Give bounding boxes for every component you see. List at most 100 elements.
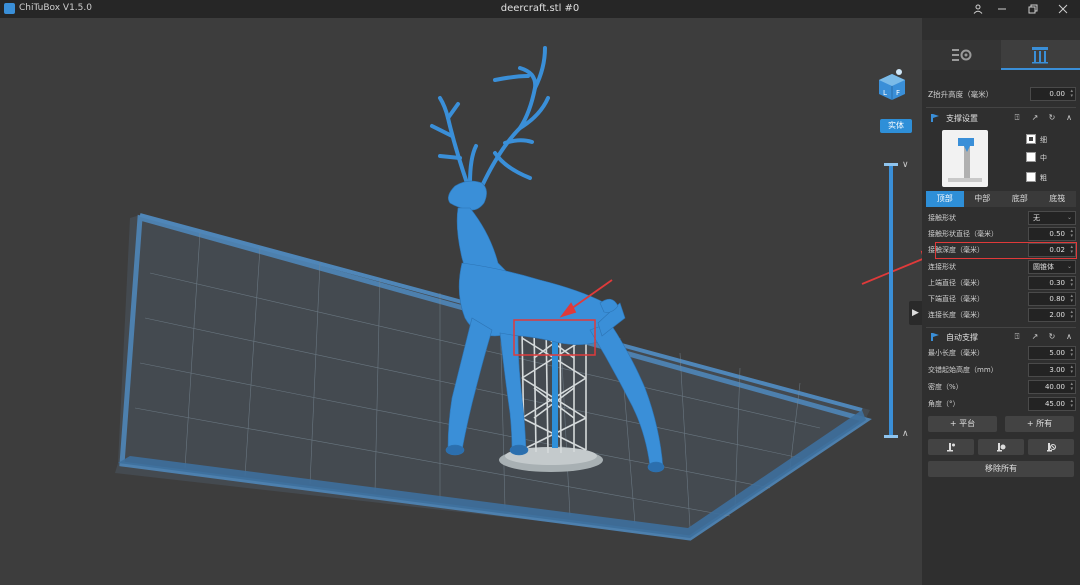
- remove-all-supports-button[interactable]: 移除所有: [928, 461, 1074, 477]
- field-label: 最小长度（毫米）: [928, 349, 984, 357]
- support-tool-button-1[interactable]: [928, 439, 974, 455]
- min-length-input[interactable]: 5.00 ▴ ▾: [1028, 346, 1076, 360]
- close-icon[interactable]: [1050, 0, 1076, 18]
- connection-length-row: 连接长度（毫米） 2.00 ▴ ▾: [926, 308, 1076, 322]
- chevron-down-icon[interactable]: ∨: [902, 160, 909, 170]
- minimize-icon[interactable]: [989, 0, 1015, 18]
- support-settings-title: 支撑设置: [946, 114, 978, 123]
- user-icon[interactable]: [965, 0, 991, 18]
- density-coarse-label: 粗: [1040, 174, 1047, 182]
- angle-row: 角度（°） 45.00 ▴ ▾: [926, 397, 1076, 411]
- 3d-viewport[interactable]: L F 实体 ∨ ∧ ▶: [0, 18, 922, 585]
- support-settings-header: 支撑设置 ⍐ ↗ ↻ ∧: [922, 110, 1080, 126]
- chevron-up-icon[interactable]: ∧: [902, 429, 909, 439]
- support-tool-button-2[interactable]: [978, 439, 1024, 455]
- field-label: 角度（°）: [928, 400, 960, 408]
- contact-diameter-input[interactable]: 0.50 ▴ ▾: [1028, 227, 1076, 241]
- field-label: 交错起始高度（mm）: [928, 366, 998, 374]
- contact-shape-select[interactable]: 无 ⌄: [1028, 211, 1076, 225]
- support-add-icon: [947, 443, 955, 452]
- support-pillars-icon: [1032, 47, 1048, 64]
- contact-diameter-row: 接触形状直径（毫米） 0.50 ▴ ▾: [926, 227, 1076, 241]
- density-row: 密度（%） 40.00 ▴ ▾: [926, 380, 1076, 394]
- auto-support-title: 自动支撑: [946, 333, 978, 342]
- tab-middle[interactable]: 中部: [964, 191, 1002, 207]
- support-settings-icon: [931, 114, 939, 122]
- field-label: 接触形状: [928, 214, 956, 222]
- render-mode-badge[interactable]: 实体: [880, 119, 912, 133]
- tab-support[interactable]: [1001, 40, 1080, 70]
- support-remove-icon: [1047, 443, 1056, 452]
- density-fine-label: 细: [1040, 136, 1047, 144]
- title-bar: ChiTuBox V1.5.0 deercraft.stl #0: [0, 0, 1080, 18]
- connection-length-input[interactable]: 2.00 ▴ ▾: [1028, 308, 1076, 322]
- field-label: 上端直径（毫米）: [928, 279, 984, 287]
- field-label: 下端直径（毫米）: [928, 295, 984, 303]
- density-medium-label: 中: [1040, 154, 1047, 162]
- field-label: 连接长度（毫米）: [928, 311, 984, 319]
- refresh-icon[interactable]: ↻: [1047, 113, 1057, 123]
- connection-shape-row: 连接形状 圆锥体 ⌄: [926, 260, 1076, 274]
- density-option-fine[interactable]: 细: [1026, 134, 1056, 146]
- density-option-coarse[interactable]: 粗: [1026, 172, 1056, 184]
- auto-support-icon: [931, 333, 939, 341]
- add-all-support-button[interactable]: + 所有: [1005, 416, 1074, 432]
- connection-shape-select[interactable]: 圆锥体 ⌄: [1028, 260, 1076, 274]
- export-icon[interactable]: ↗: [1030, 113, 1040, 123]
- tab-top[interactable]: 顶部: [926, 191, 964, 207]
- refresh-icon[interactable]: ↻: [1047, 332, 1057, 342]
- support-part-tabs: 顶部 中部 底部 底筏: [926, 191, 1076, 207]
- density-option-medium[interactable]: 中: [1026, 152, 1056, 164]
- layer-slider-bottom-handle[interactable]: [884, 435, 898, 438]
- add-platform-support-button[interactable]: + 平台: [928, 416, 997, 432]
- stagger-height-input[interactable]: 3.00 ▴ ▾: [1028, 363, 1076, 377]
- lower-diameter-row: 下端直径（毫米） 0.80 ▴ ▾: [926, 292, 1076, 306]
- support-edit-icon: [997, 443, 1006, 452]
- z-lift-input[interactable]: 0.00 ▴ ▾: [1030, 87, 1076, 101]
- layer-slider[interactable]: [889, 163, 893, 438]
- field-label: 接触形状直径（毫米）: [928, 230, 998, 238]
- layer-slider-top-handle[interactable]: [884, 163, 898, 166]
- settings-gear-icon: [952, 49, 972, 61]
- density-input[interactable]: 40.00 ▴ ▾: [1028, 380, 1076, 394]
- document-title: deercraft.stl #0: [500, 3, 580, 14]
- panel-collapse-icon[interactable]: ▶: [909, 301, 922, 325]
- stagger-height-row: 交错起始高度（mm） 3.00 ▴ ▾: [926, 363, 1076, 377]
- collapse-chevron-icon[interactable]: ∧: [1064, 113, 1074, 123]
- lower-diameter-input[interactable]: 0.80 ▴ ▾: [1028, 292, 1076, 306]
- view-cube-icon[interactable]: L F: [877, 68, 907, 102]
- divider: [926, 327, 1076, 328]
- angle-input[interactable]: 45.00 ▴ ▾: [1028, 397, 1076, 411]
- app-logo-icon: [4, 3, 15, 14]
- tab-slice-settings[interactable]: [922, 40, 1001, 70]
- svg-text:L: L: [883, 89, 887, 97]
- z-lift-label: Z抬升高度（毫米）: [928, 90, 994, 99]
- divider: [926, 107, 1076, 108]
- upper-diameter-row: 上端直径（毫米） 0.30 ▴ ▾: [926, 276, 1076, 290]
- tab-bottom[interactable]: 底部: [1001, 191, 1039, 207]
- auto-support-header: 自动支撑 ⍐ ↗ ↻ ∧: [922, 329, 1080, 345]
- tab-raft[interactable]: 底筏: [1039, 191, 1077, 207]
- support-tool-button-3[interactable]: [1028, 439, 1074, 455]
- contact-shape-row: 接触形状 无 ⌄: [926, 211, 1076, 225]
- support-preview-image: [942, 130, 988, 187]
- density-coarse-checkbox[interactable]: [1026, 172, 1036, 182]
- export-icon[interactable]: ↗: [1030, 332, 1040, 342]
- scene-canvas[interactable]: [0, 18, 922, 585]
- panel-tabs: [922, 40, 1080, 70]
- z-lift-row: Z抬升高度（毫米） 0.00 ▴ ▾: [926, 87, 1076, 101]
- min-length-row: 最小长度（毫米） 5.00 ▴ ▾: [926, 346, 1076, 360]
- density-medium-checkbox[interactable]: [1026, 152, 1036, 162]
- field-label: 密度（%）: [928, 383, 963, 391]
- import-icon[interactable]: ⍐: [1012, 332, 1022, 342]
- upper-diameter-input[interactable]: 0.30 ▴ ▾: [1028, 276, 1076, 290]
- collapse-chevron-icon[interactable]: ∧: [1064, 332, 1074, 342]
- app-window: ChiTuBox V1.5.0 deercraft.stl #0 L F 实体 …: [0, 0, 1080, 585]
- density-fine-checkbox[interactable]: [1026, 134, 1036, 144]
- svg-text:F: F: [896, 89, 900, 97]
- restore-icon[interactable]: [1020, 0, 1046, 18]
- contact-depth-highlight: [935, 242, 1077, 259]
- right-panel: Z抬升高度（毫米） 0.00 ▴ ▾ 支撑设置 ⍐ ↗ ↻ ∧ 细 中 粗 顶部…: [922, 18, 1080, 585]
- field-label: 连接形状: [928, 263, 956, 271]
- import-icon[interactable]: ⍐: [1012, 113, 1022, 123]
